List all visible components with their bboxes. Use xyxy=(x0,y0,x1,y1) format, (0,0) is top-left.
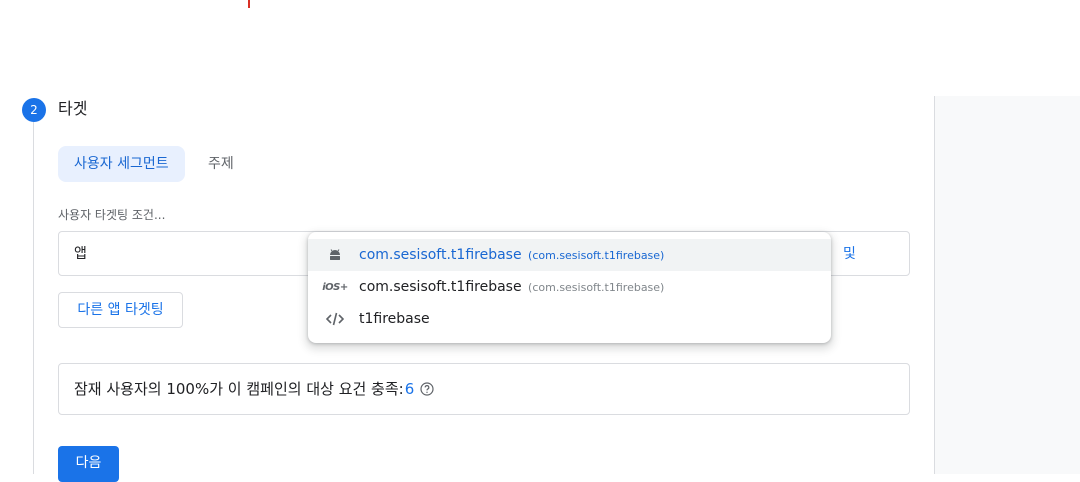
code-icon xyxy=(325,309,345,329)
tab-topic[interactable]: 주제 xyxy=(192,146,250,182)
dropdown-item-label: com.sesisoft.t1firebase (com.sesisoft.t1… xyxy=(359,279,665,295)
red-marker xyxy=(248,0,250,8)
and-condition-button[interactable]: 및 xyxy=(843,243,856,263)
dropdown-item-ios-app[interactable]: iOS+ com.sesisoft.t1firebase (com.sesiso… xyxy=(308,271,831,303)
tab-user-segment[interactable]: 사용자 세그먼트 xyxy=(58,146,185,182)
right-side-panel xyxy=(934,96,1080,474)
audience-reach-text: 잠재 사용자의 100%가 이 캠페인의 대상 요건 충족: 6 xyxy=(74,378,434,399)
dropdown-item-web-app[interactable]: t1firebase xyxy=(308,303,831,335)
app-dropdown-menu: com.sesisoft.t1firebase (com.sesisoft.t1… xyxy=(308,232,831,343)
android-icon xyxy=(325,245,345,265)
audience-reach-count: 6 xyxy=(404,379,415,398)
help-icon[interactable] xyxy=(420,381,434,396)
step-number-badge: 2 xyxy=(22,98,46,122)
step-connector-line xyxy=(33,122,34,474)
ios-icon: iOS+ xyxy=(322,281,348,293)
step-title: 타겟 xyxy=(58,99,88,118)
dropdown-item-label: t1firebase xyxy=(359,311,430,327)
targeting-condition-label: 사용자 타겟팅 조건... xyxy=(58,208,166,222)
target-other-app-button[interactable]: 다른 앱 타겟팅 xyxy=(58,292,183,328)
dropdown-item-label: com.sesisoft.t1firebase (com.sesisoft.t1… xyxy=(359,247,665,263)
condition-app-select[interactable]: 앱 xyxy=(74,243,87,263)
audience-reach-label: 잠재 사용자의 100%가 이 캠페인의 대상 요건 충족: xyxy=(74,380,404,398)
next-button[interactable]: 다음 xyxy=(58,446,119,482)
dropdown-item-android-app[interactable]: com.sesisoft.t1firebase (com.sesisoft.t1… xyxy=(308,239,831,271)
